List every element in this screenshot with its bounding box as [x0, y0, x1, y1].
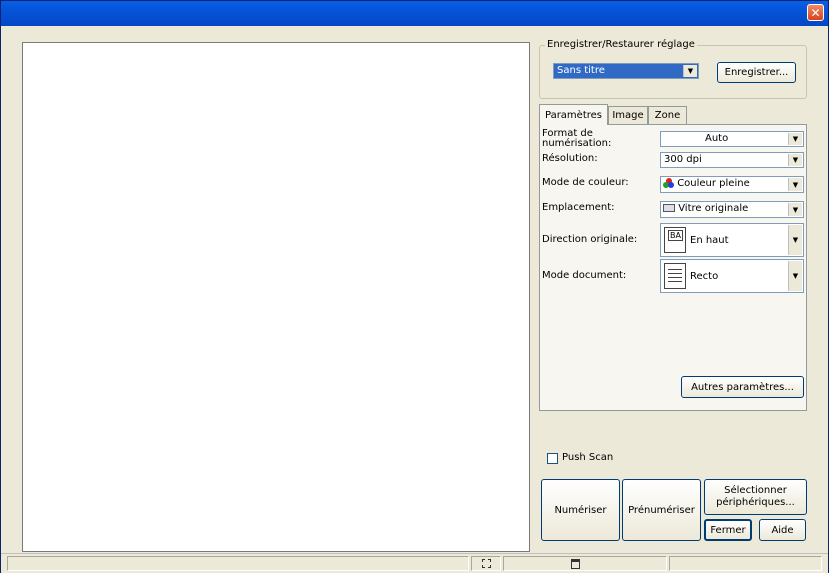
preset-select[interactable]: Sans titre ▼: [553, 63, 699, 79]
close-icon: ✕: [810, 5, 821, 20]
format-label-line2: numérisation:: [542, 138, 612, 149]
format-label: Format de numérisation:: [542, 129, 611, 149]
push-scan-checkbox[interactable]: [547, 453, 558, 464]
tab-image[interactable]: Image: [608, 106, 648, 124]
direction-value: En haut: [690, 234, 729, 246]
preview-area[interactable]: [22, 42, 530, 552]
direction-content: BA En haut: [664, 227, 729, 253]
page-orientation-glyph: BA: [668, 230, 683, 241]
chevron-down-icon: ▼: [788, 154, 802, 166]
tab-zone[interactable]: Zone: [648, 106, 687, 124]
location-select[interactable]: Vitre originale ▼: [660, 201, 804, 218]
chevron-down-icon: ▼: [683, 65, 697, 77]
scan-label: Numériser: [554, 504, 607, 516]
preset-group-legend: Enregistrer/Restaurer réglage: [545, 39, 697, 50]
select-devices-button[interactable]: Sélectionner périphériques...: [704, 479, 807, 515]
tab-parametres-label: Paramètres: [544, 109, 603, 121]
location-content: Vitre originale: [663, 203, 748, 214]
prescan-button[interactable]: Prénumériser: [622, 479, 701, 541]
select-devices-label-2: périphériques...: [716, 497, 795, 508]
resolution-value: 300 dpi: [664, 154, 702, 165]
location-value: Vitre originale: [678, 203, 749, 214]
direction-select[interactable]: BA En haut ▼: [660, 223, 804, 257]
color-circles-icon: [663, 178, 674, 188]
close-label: Fermer: [710, 524, 746, 536]
document-mode-select[interactable]: Recto ▼: [660, 259, 804, 293]
more-settings-label: Autres paramètres...: [691, 381, 794, 393]
help-button[interactable]: Aide: [759, 519, 806, 541]
format-select[interactable]: Auto ▼: [660, 131, 804, 147]
save-preset-button[interactable]: Enregistrer...: [717, 62, 796, 83]
chevron-down-icon: ▼: [788, 225, 802, 255]
tab-zone-label: Zone: [654, 110, 681, 121]
chevron-down-icon: ▼: [788, 261, 802, 291]
tab-parametres[interactable]: Paramètres: [539, 104, 608, 125]
location-label: Emplacement:: [542, 202, 615, 213]
scan-button[interactable]: Numériser: [541, 479, 620, 541]
color-mode-value: Couleur pleine: [677, 178, 750, 189]
close-window-button[interactable]: ✕: [807, 4, 824, 21]
color-mode-select[interactable]: Couleur pleine ▼: [660, 176, 804, 193]
page-orientation-icon: BA: [664, 227, 686, 253]
document-mode-value: Recto: [690, 270, 719, 282]
document-page-icon: [664, 263, 686, 289]
status-cell-extra: [669, 556, 822, 571]
glass-platen-icon: [663, 204, 675, 212]
help-label: Aide: [771, 524, 794, 536]
scanner-window: ✕ Enregistrer/Restaurer réglage Sans tit…: [0, 0, 829, 573]
status-cell-main: [7, 556, 469, 571]
chevron-down-icon: ▼: [788, 203, 802, 216]
chevron-down-icon: ▼: [788, 133, 802, 145]
resolution-select[interactable]: 300 dpi ▼: [660, 152, 804, 168]
page-size-icon: [571, 558, 580, 569]
status-bar: [1, 553, 828, 573]
color-mode-label: Mode de couleur:: [542, 177, 629, 188]
save-preset-label: Enregistrer...: [724, 67, 789, 78]
title-bar: ✕: [1, 1, 828, 26]
format-value: Auto: [705, 133, 729, 144]
preset-select-value: Sans titre: [557, 65, 605, 76]
prescan-label: Prénumériser: [628, 504, 695, 516]
color-mode-content: Couleur pleine: [663, 178, 750, 189]
more-settings-button[interactable]: Autres paramètres...: [681, 376, 804, 398]
resolution-label: Résolution:: [542, 153, 598, 164]
select-devices-label-1: Sélectionner: [724, 485, 787, 496]
document-mode-label: Mode document:: [542, 270, 627, 281]
selection-marquee-icon: [481, 559, 491, 568]
direction-label: Direction originale:: [542, 234, 638, 245]
tab-image-label: Image: [612, 110, 644, 121]
status-cell-page: [503, 556, 667, 571]
status-cell-selection: [471, 556, 501, 571]
push-scan-label: Push Scan: [562, 452, 614, 463]
document-mode-content: Recto: [664, 263, 718, 289]
chevron-down-icon: ▼: [788, 178, 802, 191]
close-button[interactable]: Fermer: [704, 519, 752, 541]
